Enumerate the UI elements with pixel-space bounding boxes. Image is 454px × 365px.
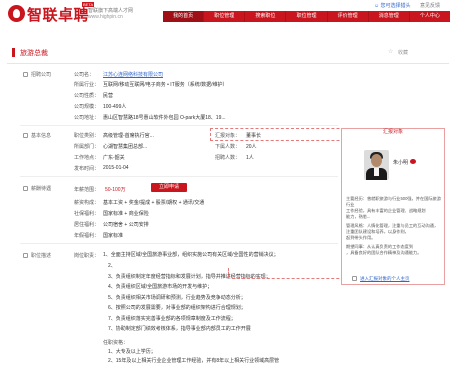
- duty-line: 5、负责组织相关市场调研和预测，行业趋势及竞争动态分析；: [108, 295, 246, 301]
- company-name-link[interactable]: 江苏心连网络科技有限公司: [103, 71, 163, 78]
- top-link-headhunter[interactable]: ☺ 您可选择猎头: [374, 2, 411, 9]
- location-label: 工作地点：: [74, 155, 100, 161]
- nav-item-messages[interactable]: 消息管理: [369, 11, 410, 22]
- duty-line: 2、: [108, 263, 116, 269]
- main-nav: 我的首页 职位管理 搜索职位 职位管理 评价管理 消息管理 个人中心: [163, 11, 450, 22]
- document-icon: [23, 253, 28, 258]
- building-icon: [23, 72, 28, 77]
- report-to-value[interactable]: 董事长: [246, 132, 261, 139]
- annual-salary-value: 50-100万: [105, 187, 126, 193]
- nav-item-reviews[interactable]: 评价管理: [328, 11, 369, 22]
- logo-text[interactable]: 智联卓聘: [27, 4, 89, 25]
- subordinates-label: 下属人数：: [215, 144, 241, 150]
- duty-line: 1、全面主持区域/全国旅游事业部，组织实施公司有关区域/全国性的营销决议；: [103, 252, 279, 258]
- subordinates-value: 20人: [246, 144, 257, 150]
- user-home-icon: [352, 276, 357, 281]
- location-value: 广东-韶关: [103, 155, 125, 161]
- page-title: 旅游总裁: [20, 50, 48, 57]
- department-label: 所属部门：: [74, 144, 100, 150]
- section-divider: [20, 176, 338, 177]
- title-accent-bar: [12, 48, 15, 57]
- qualification-line: 1、大专及以上学历；: [108, 349, 156, 355]
- company-name-label: 公司名：: [74, 72, 95, 78]
- company-type-value: 民营: [103, 93, 114, 99]
- publish-date-value: 2015-01-04: [103, 165, 129, 171]
- qualification-line: 2、15年及以上相关行业企业管理工作经验，并有8年以上相关行业领域高层管: [108, 358, 280, 364]
- publish-date-label: 发布时间：: [74, 166, 100, 172]
- department-value: 心湖智慧集团总部...: [103, 144, 148, 150]
- job-category-value: 高级管理-首席执行官...: [103, 133, 154, 139]
- report-to-label: 汇报对象：: [215, 133, 241, 139]
- company-size-value: 100-499人: [103, 104, 127, 110]
- qualification-label: 任职资格：: [103, 340, 129, 346]
- money-icon: [23, 186, 28, 191]
- star-icon[interactable]: ☆: [388, 48, 393, 55]
- annual-salary-label: 年薪范围：: [74, 187, 100, 193]
- section-divider: [20, 243, 338, 244]
- duty-line: 3、负责组织制定年度经营指标和发展计划，指导并推进经营指标的实现；: [108, 274, 271, 280]
- avatar[interactable]: [364, 150, 389, 180]
- insurance-label: 社保福利：: [74, 211, 100, 217]
- connector-line: [228, 268, 229, 278]
- nav-item-jobs[interactable]: 职位管理: [204, 11, 246, 22]
- nav-item-job-manage[interactable]: 职位管理: [286, 11, 328, 22]
- industry-value: 互联网/移动互联网/电子商务 • IT服务（系统/数据/维护）: [103, 82, 228, 88]
- section-label-description: 职位描述: [31, 253, 52, 259]
- logo-icon[interactable]: [8, 5, 25, 22]
- housing-value: 公司宿舍 + 公司安排: [103, 222, 149, 228]
- housing-label: 居住福利：: [74, 222, 100, 228]
- report-person-name: 朱小明: [393, 160, 409, 166]
- slogan: 智联旗下高端人才网: [88, 8, 134, 14]
- insurance-value: 国家标准 + 商业保险: [103, 211, 149, 217]
- domain-text: www.highpin.cn: [88, 14, 123, 20]
- apply-now-button[interactable]: 立即申请: [151, 183, 187, 192]
- top-link-feedback[interactable]: 意见反馈: [420, 2, 440, 9]
- duty-line: 6、按照公司的发展需要，对事业部的组织架构进行合理规划；: [108, 305, 246, 311]
- section-label-basic: 基本信息: [31, 133, 52, 139]
- annual-leave-value: 国家标准: [103, 233, 124, 239]
- job-category-label: 职位类别：: [74, 133, 100, 139]
- weibo-icon[interactable]: [410, 159, 416, 164]
- pay-structure-value: 基本工资 + 奖金/提成 + 股票/期权 + 通讯/交通: [103, 200, 205, 206]
- nav-item-home[interactable]: 我的首页: [163, 11, 205, 22]
- hire-count-value: 1人: [246, 155, 254, 161]
- report-card-title: 汇报对象: [382, 129, 403, 135]
- pay-structure-label: 薪资构成：: [74, 200, 100, 206]
- report-bio: 主要经历：曾就职旅游与行业500强，并在国际旅游行业 工作经验，具有丰富的企业管…: [346, 196, 441, 255]
- section-divider: [20, 125, 338, 126]
- company-type-label: 公司性质：: [74, 93, 100, 99]
- duty-line: 4、负责组织区域/全国旅游市场的开发与维护；: [108, 284, 213, 290]
- duty-line: 7、负责组织落实完善事业部的各项规章制度及工作流程；: [108, 316, 236, 322]
- title-divider: [7, 63, 449, 64]
- duties-label: 岗位职责：: [74, 253, 100, 259]
- section-label-salary: 薪酬待遇: [31, 186, 52, 192]
- nav-item-profile[interactable]: 个人中心: [410, 11, 450, 22]
- report-homepage-link[interactable]: 进入汇报对象的个人主页: [360, 276, 410, 282]
- hire-count-label: 招聘人数：: [215, 155, 241, 161]
- annual-leave-label: 年假福利：: [74, 233, 100, 239]
- company-size-label: 公司规模：: [74, 104, 100, 110]
- nav-item-search[interactable]: 搜索职位: [245, 11, 287, 22]
- company-address-value: 惠山区智慧路18号惠山软件外包园 O-park大厦18、19...: [103, 115, 226, 121]
- section-label-company: 招聘公司: [31, 72, 52, 78]
- info-icon: [23, 133, 28, 138]
- industry-label: 所属行业：: [74, 82, 100, 88]
- company-address-label: 公司地址：: [74, 115, 100, 121]
- favorite-button[interactable]: 收藏: [398, 49, 408, 56]
- duty-line: 7、协助制定部门绩效考核体系，指导事业部内部员工的工作开展: [108, 326, 251, 332]
